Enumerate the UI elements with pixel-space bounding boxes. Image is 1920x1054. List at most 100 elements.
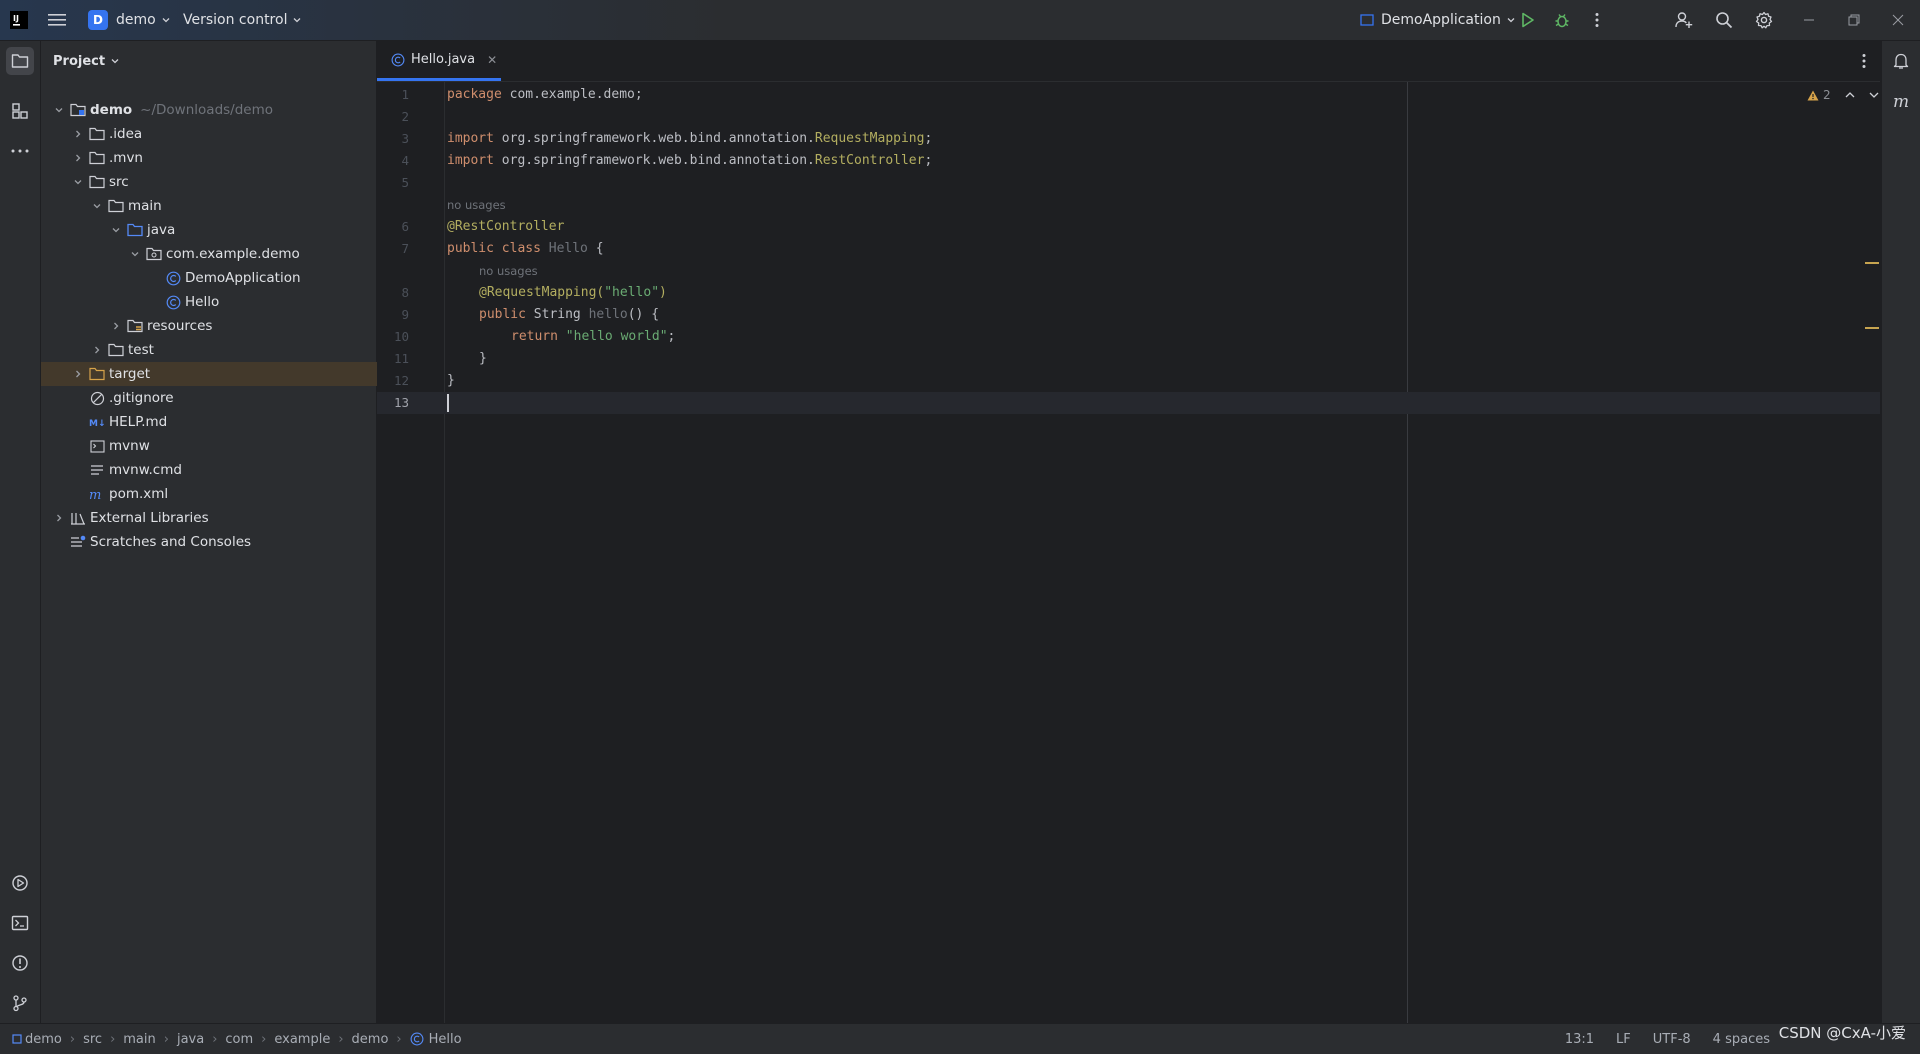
project-name: demo: [116, 12, 156, 28]
tree-item-label: .mvn: [109, 150, 143, 166]
application-icon: [1360, 14, 1374, 26]
run-icon[interactable]: [1516, 8, 1540, 32]
line-number: 9: [401, 307, 409, 322]
breadcrumb-label: Hello: [428, 1031, 462, 1047]
chevron-down-icon[interactable]: [51, 102, 67, 118]
tree-item-main[interactable]: main: [41, 194, 424, 218]
project-switcher[interactable]: D demo: [88, 0, 171, 40]
chevron-right-icon[interactable]: [89, 342, 105, 358]
tree-item-test[interactable]: test: [41, 338, 424, 362]
run-config-selector[interactable]: DemoApplication: [1360, 0, 1516, 40]
project-panel: Project demo ~/Downloads/demo .idea .mvn…: [41, 41, 405, 1023]
maven-tool-icon[interactable]: m: [1887, 87, 1915, 115]
structure-tool-icon[interactable]: [6, 97, 34, 125]
close-tab-icon[interactable]: ✕: [487, 53, 497, 67]
tree-item-target[interactable]: target: [41, 362, 405, 386]
library-icon: [70, 510, 86, 526]
code-editor[interactable]: 2 1 package com.example.demo; 2 3 import…: [377, 82, 1880, 1023]
chevron-right-icon: ›: [338, 1031, 344, 1047]
tree-item-label: com.example.demo: [166, 246, 300, 262]
caret-position[interactable]: 13:1: [1565, 1032, 1594, 1047]
tree-item-label: mvnw: [109, 438, 150, 454]
line-number: 3: [401, 131, 409, 146]
code-line-12: 12 }: [377, 370, 1880, 392]
tree-item-external-libraries[interactable]: External Libraries: [41, 506, 386, 530]
chevron-down-icon[interactable]: [108, 222, 124, 238]
tab-hello-java[interactable]: Hello.java ✕: [377, 41, 501, 81]
code-line-10: 10 return "hello world";: [377, 326, 1880, 348]
chevron-down-icon[interactable]: [127, 246, 143, 262]
settings-gear-icon[interactable]: [1752, 8, 1776, 32]
usage-hint[interactable]: no usages: [479, 260, 538, 282]
line-number: 5: [401, 175, 409, 190]
search-icon[interactable]: [1712, 8, 1736, 32]
import-class: RestController: [814, 153, 925, 168]
indent-setting[interactable]: 4 spaces: [1713, 1032, 1770, 1047]
more-tools-icon[interactable]: [6, 137, 34, 165]
project-view-selector[interactable]: Project: [53, 41, 120, 81]
chevron-right-icon[interactable]: [108, 318, 124, 334]
breadcrumb: demo › src › main › java › com › example…: [12, 1024, 462, 1054]
breadcrumb-hello[interactable]: Hello: [410, 1032, 462, 1047]
intellij-logo[interactable]: IJ: [10, 0, 28, 40]
breadcrumb-java[interactable]: java: [177, 1032, 204, 1047]
notifications-bell-icon[interactable]: [1887, 47, 1915, 75]
folder-icon: [89, 174, 105, 190]
tree-item-demo[interactable]: demo ~/Downloads/demo: [41, 98, 386, 122]
tab-actions-icon[interactable]: [1862, 53, 1866, 69]
text-file-icon: [89, 462, 105, 478]
minimize-icon[interactable]: [1797, 8, 1821, 32]
tree-item-scratches[interactable]: Scratches and Consoles: [41, 530, 402, 554]
services-tool-icon[interactable]: [6, 869, 34, 897]
tree-item-help-md[interactable]: M↓ HELP.md: [41, 410, 421, 434]
warning-marker[interactable]: [1865, 327, 1879, 329]
chevron-right-icon[interactable]: [70, 126, 86, 142]
file-encoding[interactable]: UTF-8: [1653, 1032, 1691, 1047]
tree-item-gitignore[interactable]: .gitignore: [41, 386, 421, 410]
tree-item-idea[interactable]: .idea: [41, 122, 405, 146]
line-separator[interactable]: LF: [1616, 1032, 1631, 1047]
tree-item-mvn[interactable]: .mvn: [41, 146, 405, 170]
line-number: 4: [401, 153, 409, 168]
breadcrumb-main[interactable]: main: [123, 1032, 155, 1047]
debug-icon[interactable]: [1550, 8, 1574, 32]
breadcrumb-src[interactable]: src: [83, 1032, 102, 1047]
problems-tool-icon[interactable]: [6, 949, 34, 977]
usage-hint[interactable]: no usages: [447, 194, 506, 216]
tree-item-mvnw-cmd[interactable]: mvnw.cmd: [41, 458, 421, 482]
line-number: 6: [401, 219, 409, 234]
breadcrumb-demo-package[interactable]: demo: [352, 1032, 389, 1047]
keyword: import: [447, 153, 494, 168]
line-number: 8: [401, 285, 409, 300]
main-menu-icon[interactable]: [48, 0, 66, 40]
line-number: 7: [401, 241, 409, 256]
chevron-right-icon[interactable]: [70, 366, 86, 382]
project-tool-icon[interactable]: [6, 47, 34, 75]
chevron-right-icon: ›: [396, 1031, 402, 1047]
code-with-me-icon[interactable]: [1672, 8, 1696, 32]
tree-item-label: main: [128, 198, 162, 214]
chevron-down-icon[interactable]: [89, 198, 105, 214]
tree-item-src[interactable]: src: [41, 170, 405, 194]
code-line-13: 13: [377, 392, 1880, 414]
chevron-down-icon[interactable]: [70, 174, 86, 190]
breadcrumb-com[interactable]: com: [225, 1032, 253, 1047]
close-window-icon[interactable]: [1886, 8, 1910, 32]
line-number: 10: [393, 329, 409, 344]
chevron-right-icon[interactable]: [51, 510, 67, 526]
more-actions-icon[interactable]: [1585, 8, 1609, 32]
git-tool-icon[interactable]: [6, 989, 34, 1017]
terminal-tool-icon[interactable]: [6, 909, 34, 937]
paren: ): [659, 285, 667, 300]
version-control-menu[interactable]: Version control: [183, 0, 302, 40]
chevron-right-icon[interactable]: [70, 150, 86, 166]
warning-marker[interactable]: [1865, 262, 1879, 264]
source-folder-icon: [127, 222, 143, 238]
tree-item-pom-xml[interactable]: m pom.xml: [41, 482, 421, 506]
breadcrumb-example[interactable]: example: [274, 1032, 330, 1047]
tree-item-label: DemoApplication: [185, 270, 301, 286]
status-widgets: 13:1 LF UTF-8 4 spaces: [1565, 1024, 1770, 1054]
tree-item-mvnw[interactable]: mvnw: [41, 434, 421, 458]
restore-icon[interactable]: [1842, 8, 1866, 32]
breadcrumb-demo[interactable]: demo: [12, 1032, 62, 1047]
